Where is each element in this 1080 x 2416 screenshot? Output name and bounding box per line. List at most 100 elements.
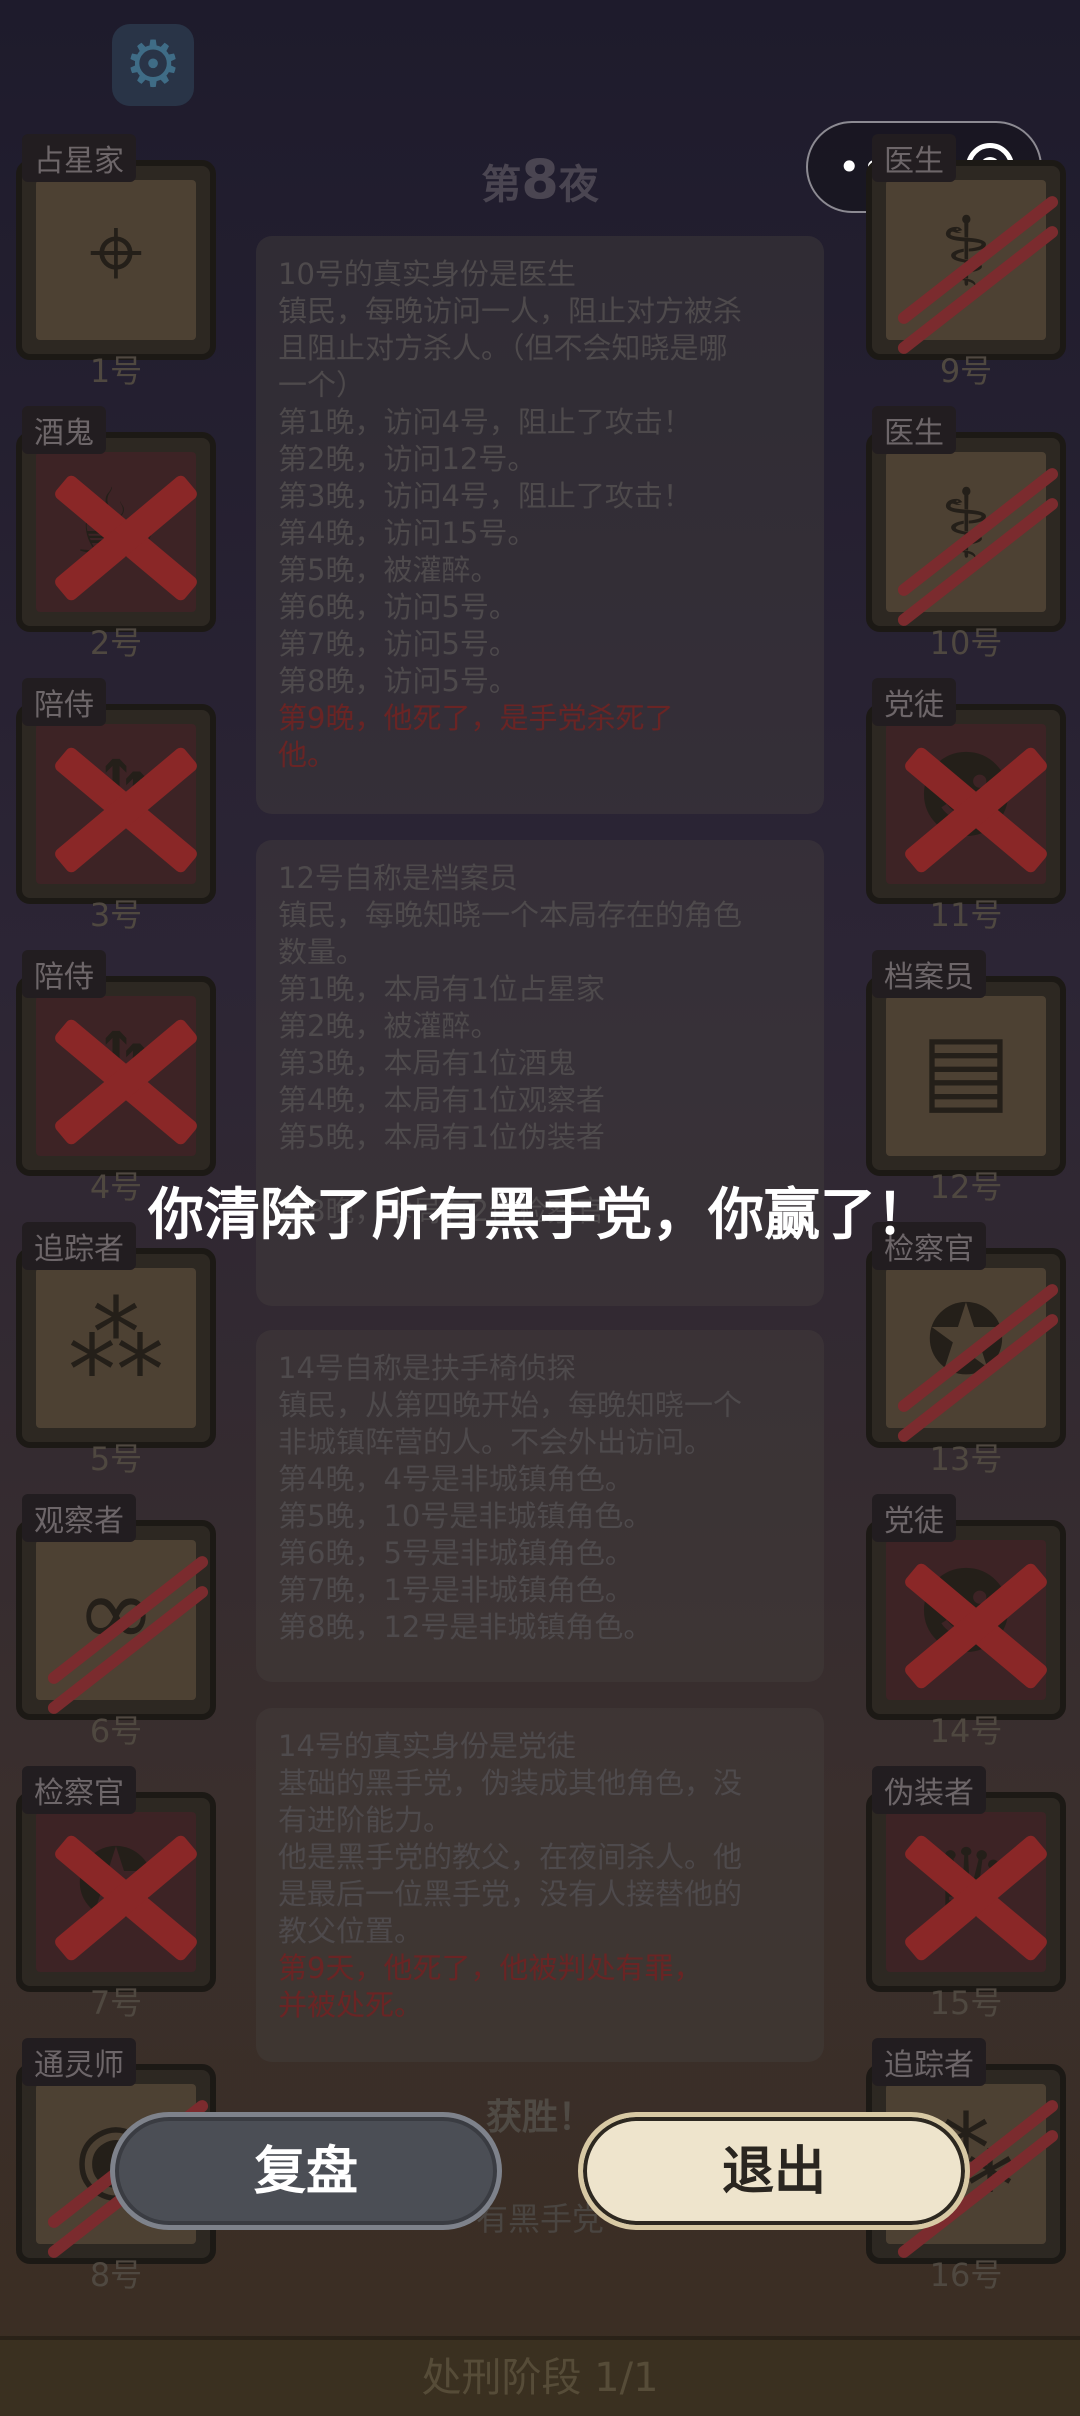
player-number: 1号 [89, 352, 143, 390]
player-number: 5号 [89, 1440, 143, 1478]
log-line: 第8晚，访问5号。 [278, 664, 518, 698]
role-label: 医生 [872, 406, 956, 454]
player-portrait: ♆ [16, 704, 216, 904]
documents-icon: ▤ [920, 1012, 1012, 1124]
player-card[interactable]: ☻ 党徒 11号 [866, 678, 1080, 934]
log-line: 镇民，从第四晚开始，每晚知晓一个 [278, 1388, 743, 1422]
night-log-card: 10号的真实身份是医生 镇民，每晚访问一人，阻止对方被杀 且阻止对方杀人。（但不会知… [256, 236, 824, 814]
player-number: 8号 [89, 2256, 143, 2294]
log-line: 镇民，每晚访问一人，阻止对方被杀 [278, 294, 743, 328]
player-number: 3号 [89, 896, 143, 934]
exit-button[interactable]: 退出 [578, 2112, 970, 2230]
player-portrait: ♆ [16, 976, 216, 1176]
gear-icon: ⚙ [124, 28, 182, 102]
player-card[interactable]: ♛ 伪装者 15号 [866, 1766, 1080, 2022]
log-line: 第1晚，访问4号，阻止了攻击！ [278, 405, 692, 439]
sextant-icon: ⌖ [88, 196, 144, 308]
night-prefix: 第 [481, 162, 522, 208]
log-death-line: 并被处死。 [278, 1988, 424, 2022]
player-number: 6号 [89, 1712, 143, 1750]
player-number: 10号 [929, 624, 1003, 662]
log-line: 第8晚，12号是非城镇角色。 [278, 1610, 653, 1644]
player-card[interactable]: ☕ 酒鬼 2号 [16, 406, 230, 662]
role-label: 伪装者 [872, 1766, 986, 1814]
log-line: 基础的黑手党，伪装成其他角色，没 [278, 1766, 743, 1800]
player-card[interactable]: ⚕ 医生 10号 [866, 406, 1080, 662]
role-label: 占星家 [22, 134, 136, 182]
log-line: 第6晚，访问5号。 [278, 590, 518, 624]
player-portrait: ☕ [16, 432, 216, 632]
player-card[interactable]: ⁂ 追踪者 5号 [16, 1222, 230, 1478]
night-log-card: 14号的真实身份是党徒 基础的黑手党，伪装成其他角色，没 有进阶能力。 他是黑手党的教… [256, 1708, 824, 2062]
role-label: 医生 [872, 134, 956, 182]
player-card[interactable]: ⌖ 占星家 1号 [16, 134, 230, 390]
player-card[interactable]: ♆ 陪侍 4号 [16, 950, 230, 1206]
log-line: 镇民，每晚知晓一个本局存在的角色 [278, 898, 743, 932]
log-line: 第2晚，访问12号。 [278, 442, 537, 476]
player-card[interactable]: ✪ 检察官 13号 [866, 1222, 1080, 1478]
player-card[interactable]: ▤ 档案员 12号 [866, 950, 1080, 1206]
log-death-line: 第9晚，他死了，是手党杀死了 [278, 701, 674, 735]
log-line: 第4晚，访问15号。 [278, 516, 537, 550]
log-line: 第4晚，4号是非城镇角色。 [278, 1462, 634, 1496]
player-portrait: ⚕ [866, 160, 1066, 360]
player-portrait: ☻ [866, 1520, 1066, 1720]
log-line: 第5晚，10号是非城镇角色。 [278, 1499, 653, 1533]
player-number: 9号 [939, 352, 993, 390]
log-line: 12号自称是档案员 [278, 861, 518, 895]
player-portrait: ♛ [866, 1792, 1066, 1992]
player-number: 7号 [89, 1984, 143, 2022]
log-line: 14号自称是扶手椅侦探 [278, 1351, 576, 1385]
player-card[interactable]: ⚕ 医生 9号 [866, 134, 1080, 390]
log-line: 他是黑手党的教父，在夜间杀人。他 [278, 1840, 743, 1874]
night-suffix: 夜 [558, 162, 599, 208]
log-death-line: 他。 [278, 738, 337, 772]
log-line: 第1晚，本局有1位占星家 [278, 972, 605, 1006]
role-label: 通灵师 [22, 2038, 136, 2086]
log-line: 第7晚，访问5号。 [278, 627, 518, 661]
player-card[interactable]: ♆ 陪侍 3号 [16, 678, 230, 934]
role-label: 观察者 [22, 1494, 136, 1542]
player-portrait: ⌖ [16, 160, 216, 360]
settings-button[interactable]: ⚙ [112, 24, 194, 106]
win-announcement: 你清除了所有黑手党，你赢了！ [148, 1183, 932, 1248]
night-number: 8 [521, 148, 559, 211]
player-portrait: ✪ [866, 1248, 1066, 1448]
log-line: 非城镇阵营的人。不会外出访问。 [278, 1425, 714, 1459]
player-number: 14号 [929, 1712, 1003, 1750]
log-line: 教父位置。 [278, 1914, 424, 1948]
role-label: 党徒 [872, 1494, 956, 1542]
player-number: 13号 [929, 1440, 1003, 1478]
role-label: 酒鬼 [22, 406, 106, 454]
player-number: 11号 [929, 896, 1003, 934]
log-line: 第3晚，本局有1位酒鬼 [278, 1046, 576, 1080]
player-portrait: ✪ [16, 1792, 216, 1992]
log-line: 第5晚，本局有1位伪装者 [278, 1120, 605, 1154]
role-label: 党徒 [872, 678, 956, 726]
review-button[interactable]: 复盘 [110, 2112, 502, 2230]
role-label: 陪侍 [22, 950, 106, 998]
log-death-line: 第9天，他死了，他被判处有罪， [278, 1951, 703, 1985]
player-portrait: ☻ [866, 704, 1066, 904]
player-card[interactable]: ☻ 党徒 14号 [866, 1494, 1080, 1750]
log-line: 第7晚，1号是非城镇角色。 [278, 1573, 634, 1607]
log-line: 14号的真实身份是党徒 [278, 1729, 576, 1763]
footprints-icon: ⁂ [68, 1284, 164, 1396]
role-label: 陪侍 [22, 678, 106, 726]
log-line: 10号的真实身份是医生 [278, 257, 576, 291]
log-line: 有进阶能力。 [278, 1803, 453, 1837]
player-portrait: ∞ [16, 1520, 216, 1720]
night-log-card: 14号自称是扶手椅侦探 镇民，从第四晚开始，每晚知晓一个 非城镇阵营的人。不会外出访… [256, 1330, 824, 1682]
player-number: 2号 [89, 624, 143, 662]
role-label: 档案员 [872, 950, 986, 998]
role-label: 追踪者 [872, 2038, 986, 2086]
player-card[interactable]: ∞ 观察者 6号 [16, 1494, 230, 1750]
log-line: 第3晚，访问4号，阻止了攻击！ [278, 479, 692, 513]
player-card[interactable]: ✪ 检察官 7号 [16, 1766, 230, 2022]
log-line: 第5晚，被灌醉。 [278, 553, 500, 587]
player-number: 15号 [929, 1984, 1003, 2022]
log-line: 第4晚，本局有1位观察者 [278, 1083, 605, 1117]
log-line: 是最后一位黑手党，没有人接替他的 [278, 1877, 743, 1911]
log-line: 第6晚，5号是非城镇角色。 [278, 1536, 634, 1570]
log-line: 第2晚，被灌醉。 [278, 1009, 500, 1043]
